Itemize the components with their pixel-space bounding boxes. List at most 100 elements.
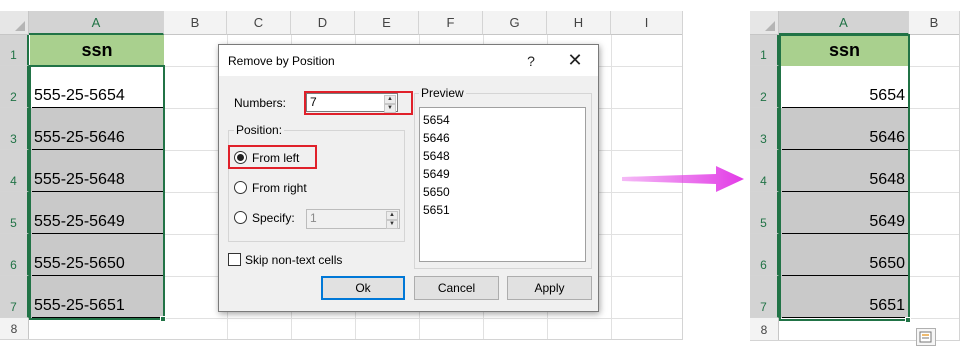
gridline <box>909 234 959 235</box>
cell-underline <box>32 149 163 150</box>
cell-a3[interactable]: 555-25-5646 <box>30 108 164 150</box>
row-header-4[interactable]: 4 <box>750 150 779 192</box>
gridline <box>909 276 959 277</box>
column-header-f[interactable]: F <box>419 11 483 35</box>
gridline <box>611 35 612 339</box>
cell-underline <box>782 233 908 234</box>
spin-down-icon[interactable]: ▼ <box>384 104 396 113</box>
right-spreadsheet: A B 1 2 3 4 5 6 7 8 ssn 5654 5646 5648 5… <box>750 11 960 341</box>
specify-label[interactable]: Specify: <box>252 211 295 225</box>
cell-a1-header[interactable]: ssn <box>30 35 164 66</box>
cell-underline <box>32 107 163 108</box>
row-header-8[interactable]: 8 <box>750 318 779 340</box>
row-header-3[interactable]: 3 <box>0 108 29 150</box>
numbers-spin-buttons[interactable]: ▲ ▼ <box>384 95 396 113</box>
row-header-4[interactable]: 4 <box>0 150 29 192</box>
row-header-8[interactable]: 8 <box>0 318 29 339</box>
cell-underline <box>782 149 908 150</box>
cell-underline <box>32 317 163 318</box>
cell-a5[interactable]: 5649 <box>780 192 909 234</box>
skip-non-text-checkbox[interactable] <box>228 253 241 266</box>
row-header-7[interactable]: 7 <box>750 276 779 318</box>
cancel-button[interactable]: Cancel <box>414 276 499 300</box>
row-header-1[interactable]: 1 <box>750 35 779 66</box>
preview-list[interactable]: 5654 5646 5648 5649 5650 5651 <box>419 107 586 262</box>
skip-non-text-label[interactable]: Skip non-text cells <box>245 253 342 267</box>
column-header-a[interactable]: A <box>29 11 164 35</box>
cell-a6[interactable]: 5650 <box>780 234 909 276</box>
cell-underline <box>32 233 163 234</box>
cell-a4[interactable]: 5648 <box>780 150 909 192</box>
row-header-7[interactable]: 7 <box>0 276 29 318</box>
spin-down-icon: ▼ <box>386 220 398 229</box>
help-button[interactable]: ? <box>519 50 543 72</box>
select-all-corner[interactable] <box>750 11 779 35</box>
dialog-title: Remove by Position <box>228 54 335 68</box>
numbers-label: Numbers: <box>234 96 287 110</box>
gridline <box>909 318 959 319</box>
row-header-6[interactable]: 6 <box>750 234 779 276</box>
cell-underline <box>782 107 908 108</box>
preview-item: 5648 <box>423 149 450 163</box>
select-all-corner[interactable] <box>0 11 29 35</box>
cell-a6[interactable]: 555-25-5650 <box>30 234 164 276</box>
right-arrow-icon <box>622 166 744 192</box>
column-header-b[interactable]: B <box>909 11 959 35</box>
cell-a7[interactable]: 555-25-5651 <box>30 276 164 318</box>
row-header-5[interactable]: 5 <box>0 192 29 234</box>
quick-analysis-icon[interactable] <box>916 328 936 346</box>
fill-handle[interactable] <box>160 316 166 322</box>
specify-radio[interactable] <box>234 211 247 224</box>
close-icon[interactable]: ✕ <box>560 48 590 73</box>
numbers-value: 7 <box>310 95 317 109</box>
row-header-5[interactable]: 5 <box>750 192 779 234</box>
row-header-3[interactable]: 3 <box>750 108 779 150</box>
cell-a3[interactable]: 5646 <box>780 108 909 150</box>
cell-underline <box>782 191 908 192</box>
gridline <box>909 108 959 109</box>
row-header-1[interactable]: 1 <box>0 35 29 66</box>
preview-item: 5654 <box>423 113 450 127</box>
row-header-6[interactable]: 6 <box>0 234 29 276</box>
cell-a7[interactable]: 5651 <box>780 276 909 318</box>
spin-up-icon[interactable]: ▲ <box>384 95 396 104</box>
column-header-a[interactable]: A <box>779 11 909 35</box>
apply-button[interactable]: Apply <box>507 276 592 300</box>
cell-a2[interactable]: 555-25-5654 <box>30 66 164 108</box>
column-header-h[interactable]: H <box>547 11 611 35</box>
column-header-i[interactable]: I <box>611 11 682 35</box>
column-header-b[interactable]: B <box>164 11 227 35</box>
cell-a5[interactable]: 555-25-5649 <box>30 192 164 234</box>
cell-a1-header[interactable]: ssn <box>780 35 909 66</box>
gridline <box>909 150 959 151</box>
spin-up-icon: ▲ <box>386 211 398 220</box>
row-header-2[interactable]: 2 <box>750 66 779 108</box>
gridline <box>909 66 959 67</box>
dialog-titlebar[interactable]: Remove by Position ? ✕ <box>219 45 598 76</box>
column-header-c[interactable]: C <box>227 11 291 35</box>
preview-item: 5650 <box>423 185 450 199</box>
ok-button[interactable]: Ok <box>321 276 405 300</box>
from-right-radio[interactable] <box>234 181 247 194</box>
preview-item: 5646 <box>423 131 450 145</box>
row-header-2[interactable]: 2 <box>0 66 29 108</box>
column-header-e[interactable]: E <box>355 11 419 35</box>
cell-underline <box>32 191 163 192</box>
cell-underline <box>782 275 908 276</box>
specify-value: 1 <box>310 211 317 225</box>
from-left-radio[interactable] <box>234 151 247 164</box>
gridline <box>909 192 959 193</box>
preview-item: 5651 <box>423 203 450 217</box>
specify-spin-buttons: ▲ ▼ <box>386 211 398 229</box>
cell-underline <box>782 317 908 318</box>
column-header-d[interactable]: D <box>291 11 355 35</box>
column-header-g[interactable]: G <box>483 11 547 35</box>
from-left-label[interactable]: From left <box>252 151 299 165</box>
specify-spinner: 1 ▲ ▼ <box>306 209 400 229</box>
cell-a2[interactable]: 5654 <box>780 66 909 108</box>
cell-a4[interactable]: 555-25-5648 <box>30 150 164 192</box>
numbers-spinner[interactable]: 7 ▲ ▼ <box>306 93 398 113</box>
cell-underline <box>32 275 163 276</box>
from-right-label[interactable]: From right <box>252 181 307 195</box>
fill-handle[interactable] <box>905 317 911 323</box>
